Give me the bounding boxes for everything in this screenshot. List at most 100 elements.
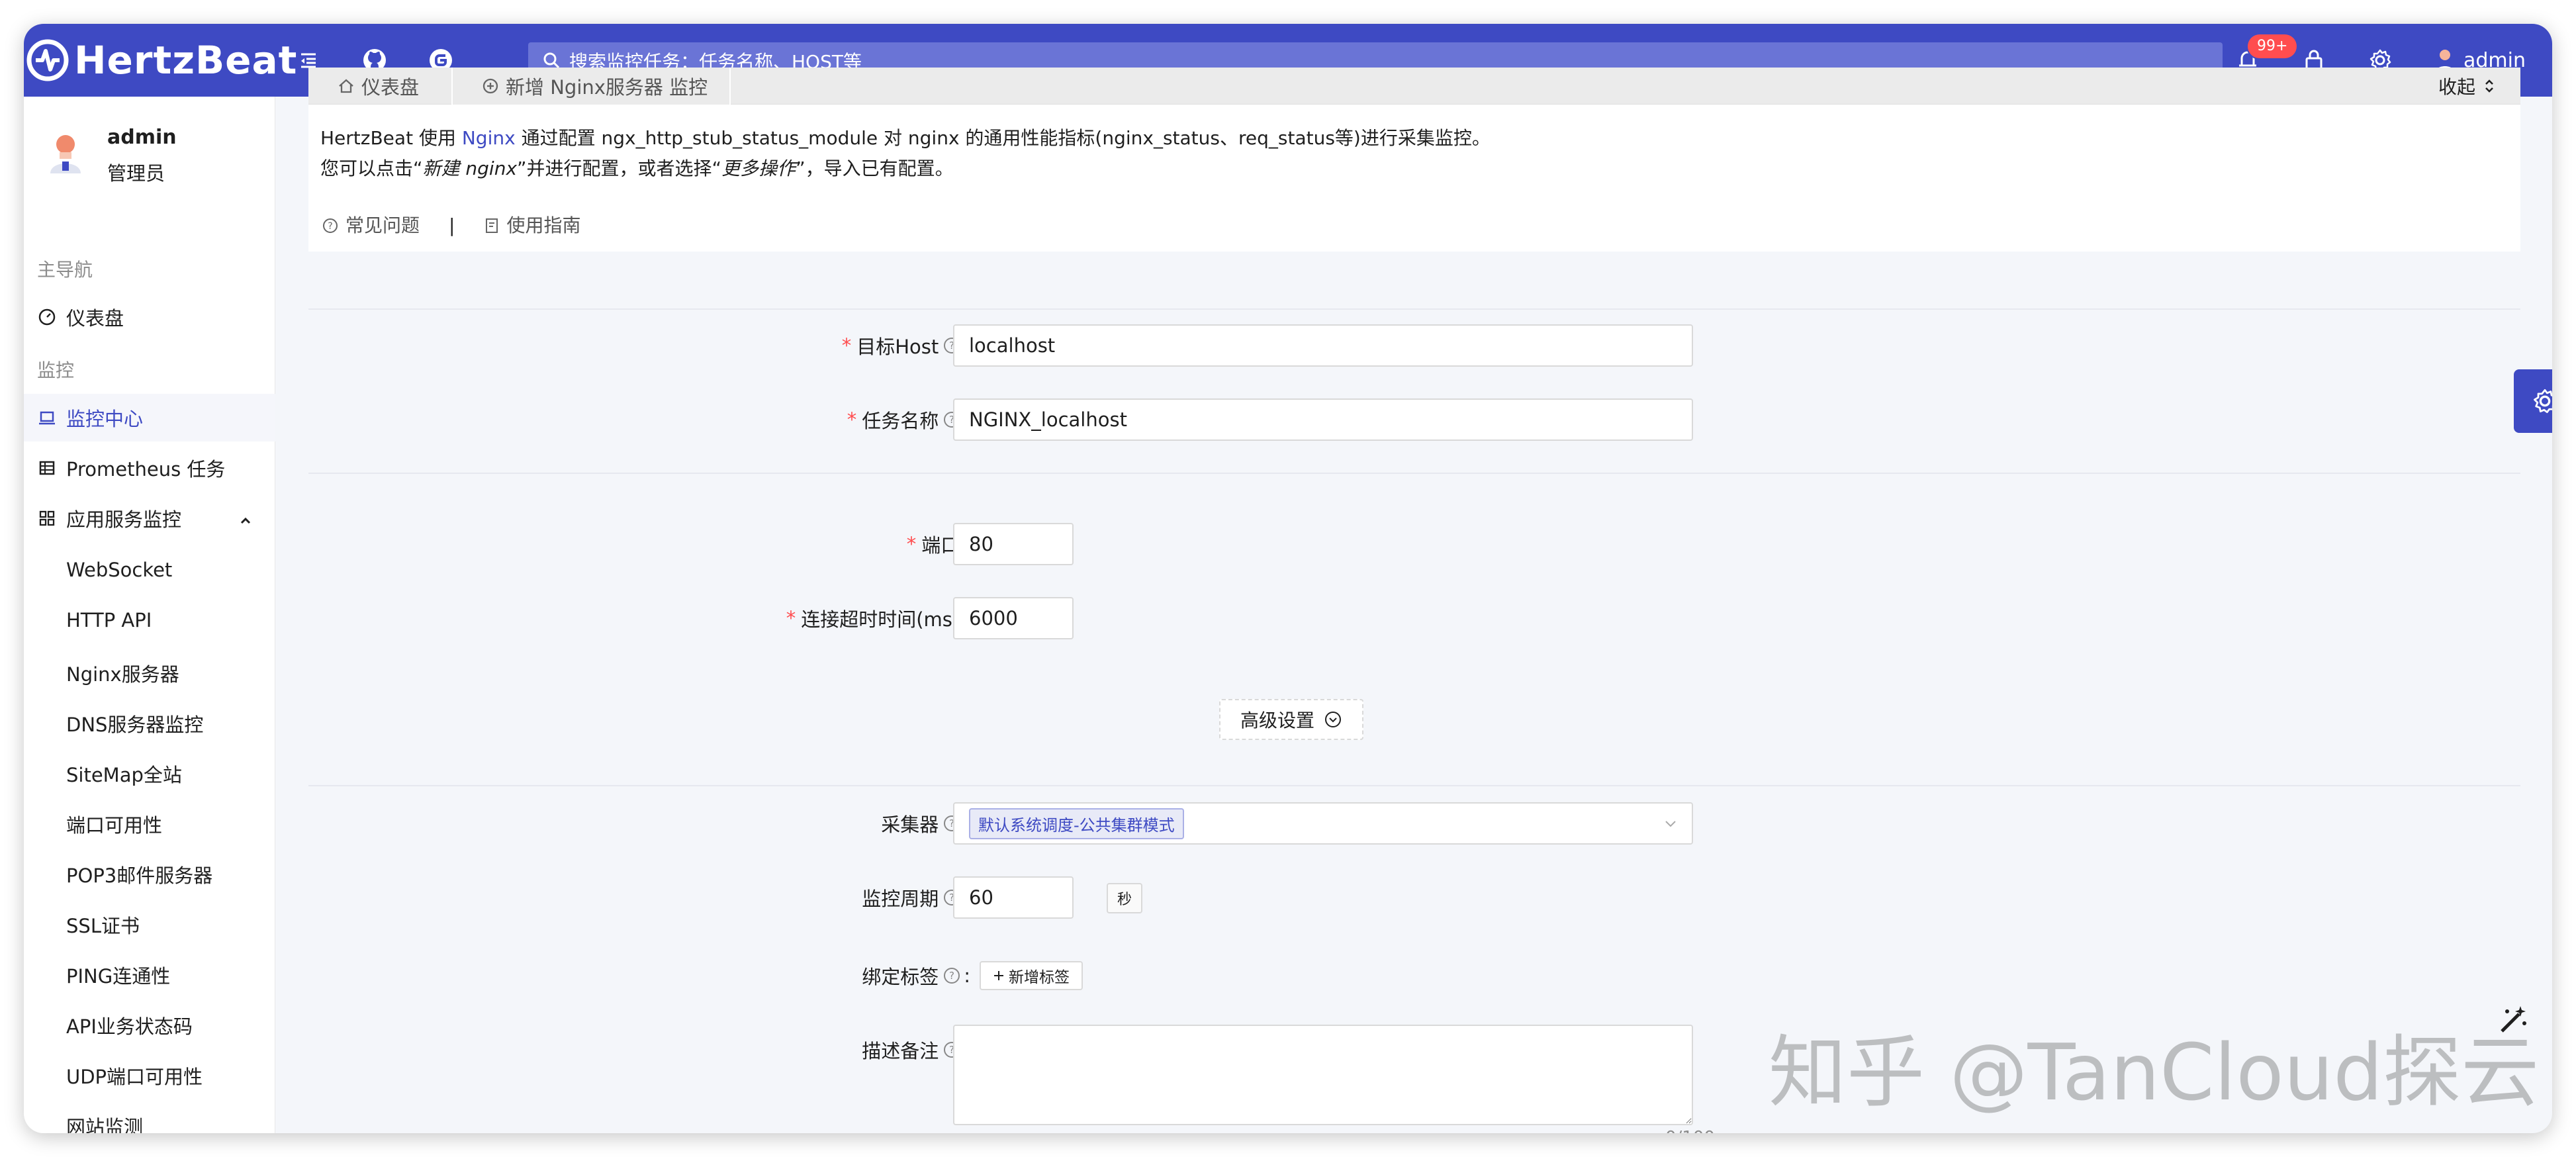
port-input[interactable] (953, 523, 1074, 565)
label-text: 绑定标签 (862, 966, 939, 988)
sidebar-sub-item[interactable]: DNS服务器监控 (66, 710, 203, 737)
port-label: * 端口 : (620, 523, 970, 565)
sidebar-user-role: 管理员 (107, 162, 165, 185)
collapse-label: 收起 (2438, 76, 2475, 98)
task-name-label: * 任务名称 ? : (620, 398, 970, 441)
sidebar-sub-item[interactable]: 网站监测 (66, 1112, 143, 1133)
host-input[interactable] (953, 324, 1693, 367)
faq-link[interactable]: 常见问题 (345, 210, 420, 241)
nav-group-monitor: 监控 (37, 359, 75, 381)
table-icon (37, 458, 57, 478)
collector-tag: 默认系统调度-公共集群模式 (969, 808, 1184, 839)
chevron-down-circle-icon (1324, 710, 1342, 729)
text: ”并进行配置，或者选择“ (517, 158, 722, 179)
sidebar-sub-item[interactable]: SiteMap全站 (66, 760, 182, 788)
dashboard-gauge-icon (37, 307, 57, 327)
colon: : (964, 964, 970, 987)
label-text: 目标Host (856, 336, 939, 358)
tab-dashboard[interactable]: 仪表盘 (308, 68, 453, 105)
hertzbeat-logo-icon (26, 39, 69, 81)
sidebar-sub-item[interactable]: POP3邮件服务器 (66, 860, 212, 888)
sidebar-sub-item[interactable]: API业务状态码 (66, 1011, 193, 1039)
button-label: 新增标签 (1009, 969, 1070, 986)
sidebar-item-label: 仪表盘 (66, 307, 124, 330)
required-mark: * (786, 607, 796, 629)
tags-label: 绑定标签 ? : (620, 954, 970, 997)
text: 通过配置 ngx_http_stub_status_module 对 nginx… (515, 127, 1491, 149)
label-text: 采集器 (881, 813, 939, 836)
sidebar-sub-item[interactable]: PING连通性 (66, 961, 170, 989)
plus-circle-icon (482, 77, 499, 95)
sidebar-user-card[interactable]: admin 管理员 (46, 126, 177, 186)
collector-label: 采集器 ? : (620, 802, 970, 845)
required-mark: * (847, 408, 857, 431)
text: HertzBeat 使用 (320, 127, 462, 149)
guide-link[interactable]: 使用指南 (506, 210, 580, 241)
chevron-down-icon (1663, 815, 1679, 831)
tab-add-nginx-monitor[interactable]: 新增 Nginx服务器 监控 (453, 68, 731, 105)
app-window: HertzBeat 搜索监控任务：任务名称、HOST等 admin 99+ ad… (24, 24, 2552, 1133)
required-mark: * (906, 533, 917, 555)
emphasis-new: 新建 nginx (422, 158, 518, 179)
text: ”，导入已有配置。 (796, 158, 954, 179)
svg-text:?: ? (328, 221, 332, 232)
chevron-up-icon[interactable] (238, 510, 253, 533)
laptop-icon (37, 408, 57, 428)
task-name-input[interactable] (953, 398, 1693, 441)
interval-label: 监控周期 ? : (620, 876, 970, 919)
collector-select[interactable]: 默认系统调度-公共集群模式 (953, 802, 1693, 845)
appstore-icon (37, 508, 57, 528)
label-text: 描述备注 (862, 1040, 939, 1062)
label-text: 连接超时时间(ms) (801, 608, 960, 631)
char-counter: 0/100 (1665, 1128, 1715, 1133)
sidebar-sub-item[interactable]: UDP端口可用性 (66, 1062, 203, 1089)
nav-group-main: 主导航 (37, 259, 93, 281)
button-label: 高级设置 (1240, 710, 1314, 731)
question-circle-icon[interactable]: ? (943, 966, 961, 985)
required-mark: * (841, 334, 852, 357)
book-icon (484, 217, 500, 234)
sidebar-item-label: Prometheus 任务 (66, 458, 226, 481)
sidebar-sub-item[interactable]: 端口可用性 (66, 810, 162, 838)
add-tag-button[interactable]: 新增标签 (980, 961, 1083, 990)
label-text: 监控周期 (862, 888, 939, 910)
tab-label: 仪表盘 (361, 76, 420, 99)
watermark: 知乎 @TanCloud探云 (1769, 1027, 2540, 1118)
timeout-label: * 连接超时时间(ms) : (620, 597, 970, 639)
sidebar-sub-item[interactable]: HTTP API (66, 609, 152, 631)
help-links: ? 常见问题 | 使用指南 (322, 210, 580, 241)
emphasis-more: 更多操作 (721, 158, 796, 179)
sidebar-sub-item[interactable]: SSL证书 (66, 911, 140, 939)
brand-logo[interactable]: HertzBeat (24, 24, 297, 97)
advanced-settings-button[interactable]: 高级设置 (1219, 699, 1363, 740)
floating-settings-button[interactable] (2514, 369, 2552, 433)
sidebar-sub-item[interactable]: WebSocket (66, 559, 172, 581)
host-label: * 目标Host ? : (620, 324, 970, 367)
tab-label: 新增 Nginx服务器 监控 (506, 76, 708, 99)
sidebar: admin 管理员 主导航 仪表盘 监控 监控中心 Prometheus 任务 … (24, 97, 275, 1133)
question-circle-icon: ? (322, 217, 339, 234)
interval-input[interactable] (953, 876, 1074, 919)
sidebar-item-monitor-center[interactable]: 监控中心 (24, 394, 275, 441)
section-divider (308, 308, 2520, 310)
sidebar-item-label: 监控中心 (66, 408, 144, 430)
label-text: 任务名称 (862, 410, 939, 432)
sidebar-item-dashboard[interactable]: 仪表盘 (24, 293, 275, 341)
settings-gear-icon (2532, 388, 2552, 414)
user-avatar (46, 132, 85, 179)
sidebar-sub-item[interactable]: Nginx服务器 (66, 659, 179, 687)
timeout-input[interactable] (953, 597, 1074, 639)
section-divider (308, 785, 2520, 786)
sidebar-item-app-service[interactable]: 应用服务监控 (24, 494, 275, 542)
text: 您可以点击“ (320, 158, 423, 179)
page-description: HertzBeat 使用 Nginx 通过配置 ngx_http_stub_st… (308, 105, 2520, 252)
home-icon (338, 77, 355, 95)
up-down-icon (2483, 78, 2495, 94)
sidebar-item-prometheus[interactable]: Prometheus 任务 (24, 444, 275, 492)
nginx-link[interactable]: Nginx (462, 127, 516, 149)
brand-name: HertzBeat (74, 38, 298, 83)
collapse-button[interactable]: 收起 (2438, 68, 2495, 105)
section-divider (308, 473, 2520, 474)
sidebar-username: admin (107, 126, 177, 149)
description-textarea[interactable] (953, 1025, 1693, 1125)
